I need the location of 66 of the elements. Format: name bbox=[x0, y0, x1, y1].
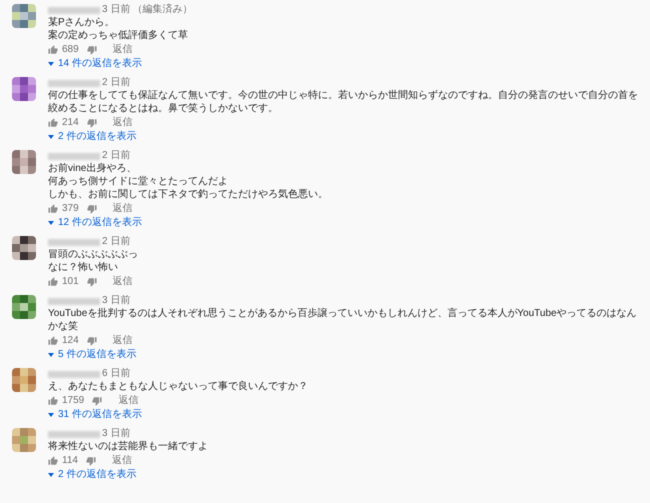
comment-time: 3 日前 bbox=[102, 428, 130, 440]
comment-time: 2 日前 bbox=[102, 150, 130, 162]
blurred-username bbox=[48, 238, 100, 246]
reply-button[interactable]: 返信 bbox=[112, 276, 133, 288]
comment-text: YouTubeを批判するのは人それぞれ思うことがあるから百歩譲っていいかもしれんけど、言ってる本人がYouTubeやってるのはなんかな笑 bbox=[48, 307, 638, 333]
thumbs-up-icon[interactable] bbox=[48, 45, 58, 55]
thumbs-down-icon[interactable] bbox=[92, 396, 102, 406]
comment-text: 何あっち側サイドに堂々とたってんだよ bbox=[48, 175, 229, 188]
like-count: 689 bbox=[62, 44, 79, 56]
caret-icon bbox=[48, 473, 54, 477]
blurred-username bbox=[48, 298, 100, 304]
comment-text: 将来性ないのは芸能界も一緒ですよ bbox=[48, 440, 208, 453]
thumbs-up-icon[interactable] bbox=[48, 118, 58, 128]
comment-text: 案の定めっちゃ低評価多くて草 bbox=[48, 29, 189, 42]
caret-icon bbox=[48, 413, 54, 417]
thumbs-up-icon[interactable] bbox=[48, 336, 58, 346]
caret-icon bbox=[48, 135, 54, 139]
comment-text: 何の仕事をしてても保証なんて無いです。今の世の中じゃ特に。若いからか世間知らずなのですね。自分の発言のせいで自分の首を絞めることになるとはね。鼻で笑うしかないです。 bbox=[48, 89, 639, 115]
blurred-username bbox=[48, 430, 100, 438]
thumbs-down-icon[interactable] bbox=[86, 277, 97, 287]
reply-button[interactable]: 返信 bbox=[112, 335, 133, 347]
like-count: 124 bbox=[62, 335, 79, 347]
comment-text: え、あなたもまともな人じゃないって事で良いんですか？ bbox=[48, 380, 308, 393]
reply-button[interactable]: 返信 bbox=[112, 455, 132, 467]
thumbs-down-icon[interactable] bbox=[86, 336, 97, 346]
reply-button[interactable]: 返信 bbox=[112, 203, 133, 215]
like-count: 214 bbox=[62, 117, 79, 129]
view-replies-link[interactable]: 12 件の返信を表示 bbox=[58, 217, 142, 229]
thumbs-up-icon[interactable] bbox=[48, 396, 58, 406]
comment-text: 某Pさんから。 bbox=[48, 16, 116, 29]
thumbs-up-icon[interactable] bbox=[48, 204, 58, 214]
comment-time: 6 日前 bbox=[102, 368, 130, 380]
comment-text: なに？怖い怖い bbox=[48, 261, 119, 274]
view-replies-link[interactable]: 14 件の返信を表示 bbox=[58, 58, 142, 70]
view-replies-link[interactable]: 2 件の返信を表示 bbox=[58, 469, 136, 481]
like-count: 114 bbox=[62, 455, 78, 467]
comment-time: 3 日前 bbox=[102, 295, 130, 307]
thumbs-down-icon[interactable] bbox=[86, 204, 97, 214]
reply-button[interactable]: 返信 bbox=[112, 117, 133, 129]
like-count: 101 bbox=[62, 276, 79, 288]
thumbs-up-icon[interactable] bbox=[48, 277, 58, 287]
view-replies-link[interactable]: 5 件の返信を表示 bbox=[58, 349, 136, 361]
comment-text: 冒頭のぶぶぶぶぶっ bbox=[48, 248, 138, 261]
like-count: 379 bbox=[62, 203, 79, 215]
view-replies-link[interactable]: 31 件の返信を表示 bbox=[58, 409, 142, 421]
caret-icon bbox=[48, 353, 54, 357]
thumbs-up-icon[interactable] bbox=[48, 456, 58, 466]
caret-icon bbox=[48, 62, 54, 66]
comment-time: 2 日前 bbox=[102, 236, 130, 248]
edited-label: （編集済み） bbox=[132, 4, 192, 16]
thumbs-down-icon[interactable] bbox=[86, 456, 96, 466]
like-count: 1759 bbox=[62, 395, 84, 407]
comment-text: しかも、お前に関しては下ネタで釣ってただけやろ気色悪い。 bbox=[48, 188, 328, 201]
blurred-username bbox=[48, 80, 100, 86]
comment-time: 3 日前 bbox=[102, 4, 130, 16]
reply-button[interactable]: 返信 bbox=[118, 395, 138, 407]
reply-button[interactable]: 返信 bbox=[112, 44, 133, 56]
blurred-username bbox=[48, 370, 100, 378]
view-replies-link[interactable]: 2 件の返信を表示 bbox=[58, 131, 136, 143]
thumbs-down-icon[interactable] bbox=[86, 45, 97, 55]
blurred-username bbox=[48, 6, 100, 14]
caret-icon bbox=[48, 221, 54, 225]
blurred-username bbox=[48, 152, 100, 160]
comment-time: 2 日前 bbox=[102, 77, 130, 89]
comment-text: お前vine出身やろ、 bbox=[48, 162, 138, 175]
thumbs-down-icon[interactable] bbox=[86, 118, 97, 128]
